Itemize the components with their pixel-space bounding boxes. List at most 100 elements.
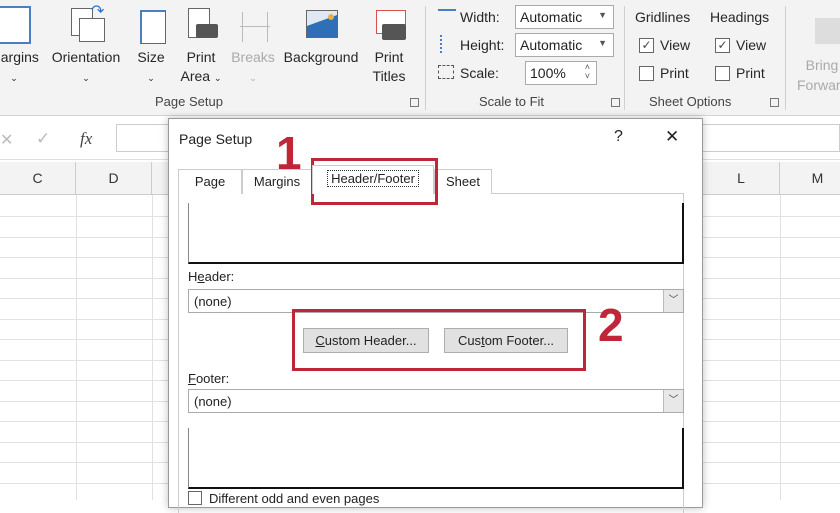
odd-even-label: Different odd and even pages — [209, 491, 380, 506]
print-area-label: Print Area — [180, 49, 216, 84]
breaks-icon — [236, 6, 270, 44]
scale-icon — [438, 65, 454, 79]
headings-print-label: Print — [736, 65, 765, 81]
size-icon — [134, 6, 168, 44]
breaks-label: Breaks — [231, 49, 275, 65]
breaks-button[interactable]: Breaks ⌄ — [230, 0, 276, 88]
scale-to-fit-launcher-icon[interactable] — [611, 98, 620, 107]
scale-to-fit-group-label: Scale to Fit — [479, 94, 545, 109]
gridline — [702, 257, 840, 258]
header-value: (none) — [194, 294, 232, 309]
tab-sheet[interactable]: Sheet — [434, 169, 492, 194]
bring-forward-button[interactable]: Bring Forward — [797, 55, 840, 95]
spinner-arrows-icon: ˄ ˅ — [584, 62, 590, 81]
footer-label: Footer: — [188, 371, 230, 386]
margins-icon — [0, 6, 31, 44]
divider — [624, 6, 625, 110]
size-button[interactable]: Size ⌄ — [130, 0, 172, 88]
chevron-down-icon: ▼ — [598, 38, 607, 48]
header-preview — [188, 203, 684, 264]
dialog-title: Page Setup — [179, 131, 253, 147]
height-icon — [440, 35, 454, 53]
gridlines-view-checkbox[interactable]: ✓ — [639, 38, 654, 53]
insert-function-icon[interactable]: fx — [80, 129, 92, 149]
gridline — [0, 359, 168, 361]
chevron-down-icon: ﹀ — [663, 290, 683, 312]
column-header-m[interactable]: M — [780, 162, 840, 195]
column-header-d[interactable]: D — [76, 162, 152, 195]
cancel-icon[interactable]: ✕ — [0, 130, 13, 150]
gridline — [0, 400, 168, 402]
width-icon — [438, 9, 456, 25]
gridline — [0, 216, 168, 217]
scale-label: Scale: — [460, 65, 499, 81]
sheet-options-launcher-icon[interactable] — [770, 98, 779, 107]
print-area-button[interactable]: Print Area ⌄ — [176, 0, 226, 88]
headings-print-checkbox[interactable] — [715, 66, 730, 81]
sheet-options-group-label: Sheet Options — [649, 94, 732, 109]
gridline — [0, 277, 168, 279]
divider — [425, 6, 426, 110]
orientation-label: Orientation — [51, 49, 121, 65]
close-button[interactable]: ✕ — [665, 127, 679, 147]
background-label: Background — [283, 49, 359, 65]
headings-view-label: View — [736, 37, 767, 53]
print-titles-button[interactable]: Print Titles — [366, 0, 412, 86]
header-label: Header: — [188, 269, 235, 284]
print-titles-label: Print Titles — [372, 49, 406, 84]
column-header-c[interactable]: C — [0, 162, 76, 195]
gridline — [702, 421, 840, 422]
gridlines-label: Gridlines — [635, 9, 691, 25]
width-label: Width: — [460, 9, 500, 25]
gridline — [702, 318, 840, 320]
enter-check-icon[interactable]: ✓ — [36, 129, 50, 149]
gridlines-print-label: Print — [660, 65, 689, 81]
gridline — [0, 236, 168, 238]
height-combo[interactable]: Automatic ▼ — [515, 33, 614, 57]
background-button[interactable]: Background — [280, 0, 362, 67]
margins-label: Margins — [0, 49, 39, 65]
scale-spinner[interactable]: 100% ˄ ˅ — [525, 61, 597, 85]
gridline — [0, 441, 168, 443]
footer-select[interactable]: (none) ﹀ — [188, 389, 684, 413]
orientation-button[interactable]: ↷ Orientation ⌄ — [46, 0, 126, 88]
headings-label: Headings — [710, 9, 770, 25]
divider — [785, 6, 786, 110]
gridlines-view-label: View — [660, 37, 691, 53]
ribbon: Margins⌄ ↷ Orientation⌄ Size⌄ Print Area… — [0, 0, 840, 116]
gridline — [702, 380, 840, 381]
tab-page[interactable]: Page — [178, 169, 242, 194]
gridline — [0, 421, 168, 422]
footer-value: (none) — [194, 394, 232, 409]
gridline — [702, 298, 840, 299]
gridline — [0, 257, 168, 258]
gridlines-print-checkbox[interactable] — [639, 66, 654, 81]
odd-even-checkbox[interactable] — [188, 491, 202, 505]
bring-forward-icon — [815, 18, 840, 44]
gridline — [0, 462, 168, 463]
print-area-icon — [184, 6, 218, 44]
gridline — [702, 359, 840, 361]
margins-button[interactable]: Margins⌄ — [0, 0, 42, 88]
gridline — [152, 195, 153, 500]
gridline — [0, 318, 168, 320]
tab-header-footer[interactable]: Header/Footer — [312, 165, 434, 194]
print-titles-icon — [372, 6, 406, 44]
annotation-number-1: 1 — [276, 127, 302, 179]
height-label: Height: — [460, 37, 505, 53]
gridline — [0, 339, 168, 340]
gridline — [702, 441, 840, 443]
page-setup-launcher-icon[interactable] — [410, 98, 419, 107]
gridline — [702, 339, 840, 340]
annotation-number-2: 2 — [598, 299, 624, 351]
help-button[interactable]: ? — [614, 128, 623, 146]
scale-value: 100% — [530, 65, 566, 81]
gridline — [702, 462, 840, 463]
width-value: Automatic — [520, 9, 583, 25]
gridline — [702, 277, 840, 279]
gridline — [0, 298, 168, 299]
headings-view-checkbox[interactable]: ✓ — [715, 38, 730, 53]
width-combo[interactable]: Automatic ▼ — [515, 5, 614, 29]
tab-header-footer-label: Header/Footer — [327, 170, 419, 187]
column-header-l[interactable]: L — [702, 162, 780, 195]
